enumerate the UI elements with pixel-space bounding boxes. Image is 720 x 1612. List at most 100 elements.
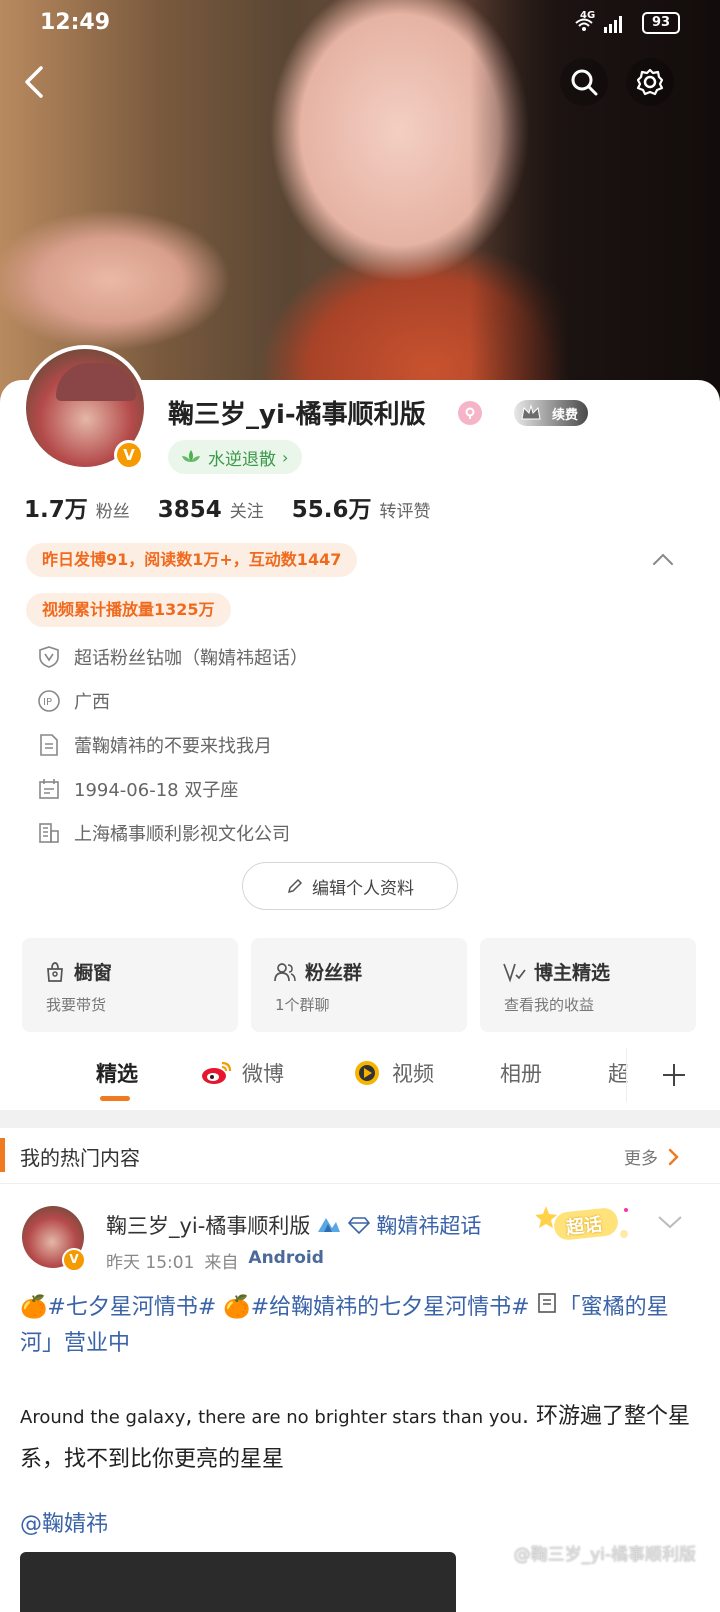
post-english-2: there are no brighter stars than you bbox=[192, 1407, 522, 1428]
profile-name: 鞠三岁_yi-橘事顺利版 bbox=[168, 400, 426, 430]
info-ip-text: 广西 bbox=[74, 692, 110, 713]
info-supertopic-text: 超话粉丝钻咖（鞠婧祎超话） bbox=[74, 648, 308, 669]
gender-female-icon bbox=[458, 401, 482, 425]
post-english-1: Around the galaxy bbox=[20, 1407, 186, 1428]
info-supertopic[interactable]: 超话粉丝钻咖（鞠婧祎超话） bbox=[36, 644, 308, 670]
document-icon bbox=[36, 732, 62, 758]
card-showcase[interactable]: 橱窗 我要带货 bbox=[22, 938, 238, 1032]
edit-profile-button[interactable]: 编辑个人资料 bbox=[242, 862, 458, 910]
building-icon bbox=[36, 820, 62, 846]
followers-count[interactable]: 1.7万 bbox=[24, 490, 88, 524]
tab-weibo[interactable]: 微博 bbox=[200, 1058, 284, 1088]
weibo-logo-icon bbox=[202, 1061, 232, 1084]
watermark: @鞠三岁_yi-橘事顺利版 bbox=[513, 1545, 696, 1565]
card-creator-picks-title: 博主精选 bbox=[534, 962, 611, 984]
chevron-down-icon bbox=[658, 1216, 682, 1229]
yesterday-stats-pill[interactable]: 昨日发博91，阅读数1万+，互动数1447 bbox=[26, 543, 358, 577]
edit-profile-label: 编辑个人资料 bbox=[312, 878, 414, 899]
ip-icon: IP bbox=[36, 688, 62, 714]
interactions-count[interactable]: 55.6万 bbox=[292, 490, 372, 524]
info-birthday-text: 1994-06-18 双子座 bbox=[74, 780, 239, 801]
mood-tag-label: 水逆退散 bbox=[208, 449, 276, 470]
info-bio: 蕾鞠婧祎的不要来找我月 bbox=[36, 732, 272, 758]
info-birthday: 1994-06-18 双子座 bbox=[36, 776, 238, 802]
post-topic-2[interactable]: #给鞠婧祎的七夕星河情书# bbox=[251, 1295, 530, 1320]
back-arrow-icon bbox=[25, 66, 43, 98]
post-mention[interactable]: @鞠婧祎 bbox=[20, 1506, 108, 1538]
plus-icon bbox=[662, 1064, 685, 1086]
profile-stats: 1.7万 粉丝 3854 关注 55.6万 转评赞 bbox=[24, 490, 459, 524]
post-time: 昨天 15:01 bbox=[106, 1253, 195, 1273]
post-source-prefix: 来自 bbox=[204, 1253, 239, 1273]
search-button[interactable] bbox=[560, 58, 608, 106]
card-fan-group-title: 粉丝群 bbox=[305, 962, 363, 984]
chevron-right-icon: › bbox=[282, 447, 289, 467]
info-company: 上海橘事顺利影视文化公司 bbox=[36, 820, 290, 846]
settings-button[interactable] bbox=[626, 58, 674, 106]
card-showcase-sub: 我要带货 bbox=[46, 996, 107, 1014]
tab-album[interactable]: 相册 bbox=[500, 1058, 542, 1088]
supertopic-badge[interactable]: 超话 bbox=[535, 1202, 632, 1246]
mood-tag[interactable]: 水逆退散 › bbox=[168, 440, 303, 474]
info-company-text: 上海橘事顺利影视文化公司 bbox=[74, 824, 290, 845]
supertopic-badge-label: 超话 bbox=[565, 1214, 604, 1239]
post-menu-chevron[interactable] bbox=[656, 1212, 684, 1236]
pencil-icon bbox=[287, 878, 303, 894]
verified-badge-icon: V bbox=[114, 440, 144, 470]
post-topics: 🍊#七夕星河情书# 🍊#给鞠婧祎的七夕星河情书# 「蜜橘的星河」营业中 bbox=[20, 1290, 700, 1362]
following-label[interactable]: 关注 bbox=[230, 497, 264, 522]
member-level-icon bbox=[318, 1218, 341, 1232]
post-media-preview[interactable] bbox=[20, 1552, 456, 1612]
diamond-icon bbox=[348, 1217, 371, 1234]
vip-renew-label: 续费 bbox=[551, 407, 578, 423]
orange-emoji-icon: 🍊 bbox=[20, 1295, 48, 1320]
post-verified-icon: V bbox=[62, 1248, 86, 1272]
active-tab-underline bbox=[100, 1096, 130, 1101]
bag-icon bbox=[47, 961, 63, 982]
post-author-row: 鞠三岁_yi-橘事顺利版 鞠婧祎超话 bbox=[106, 1210, 481, 1240]
info-ip: IP 广西 bbox=[36, 688, 110, 714]
post-supertopic-link[interactable]: 鞠婧祎超话 bbox=[376, 1210, 481, 1240]
status-bar: 12:49 4G 93 bbox=[0, 0, 720, 46]
card-creator-picks-sub: 查看我的收益 bbox=[504, 996, 595, 1014]
post-author-name[interactable]: 鞠三岁_yi-橘事顺利版 bbox=[106, 1210, 310, 1240]
avatar-cap-shape bbox=[56, 363, 136, 401]
tab-album-label: 相册 bbox=[500, 1062, 542, 1086]
svg-text:IP: IP bbox=[43, 697, 52, 708]
chevron-right-icon bbox=[668, 1148, 679, 1165]
hot-content-title: 我的热门内容 bbox=[20, 1146, 140, 1170]
tab-featured-label: 精选 bbox=[96, 1062, 138, 1086]
battery-level: 93 bbox=[651, 15, 671, 30]
followers-label[interactable]: 粉丝 bbox=[96, 497, 130, 522]
battery-icon: 93 bbox=[642, 12, 680, 34]
group-icon bbox=[274, 962, 296, 981]
post-mention-link[interactable]: @鞠婧祎 bbox=[20, 1512, 108, 1537]
video-plays-pill[interactable]: 视频累计播放量1325万 bbox=[26, 593, 231, 627]
interactions-label[interactable]: 转评赞 bbox=[380, 497, 431, 522]
card-showcase-title: 橱窗 bbox=[74, 962, 113, 984]
back-button[interactable] bbox=[14, 58, 54, 106]
hot-content-accent bbox=[0, 1138, 5, 1172]
calendar-icon bbox=[36, 776, 62, 802]
tab-video-label: 视频 bbox=[392, 1062, 434, 1086]
gear-icon bbox=[636, 68, 664, 96]
add-tab-button[interactable] bbox=[626, 1048, 720, 1102]
vip-renew-badge[interactable]: 续费 bbox=[514, 400, 588, 426]
select-icon bbox=[503, 963, 526, 983]
tab-featured[interactable]: 精选 bbox=[96, 1058, 138, 1088]
post-english-dot: . bbox=[521, 1404, 529, 1429]
tab-video[interactable]: 视频 bbox=[350, 1058, 434, 1088]
orange-emoji-icon: 🍊 bbox=[223, 1295, 251, 1320]
info-bio-text: 蕾鞠婧祎的不要来找我月 bbox=[74, 736, 272, 757]
post-meta: 昨天 15:01 来自 Android bbox=[106, 1248, 324, 1273]
hot-content-more-button[interactable]: 更多 bbox=[624, 1144, 680, 1169]
card-fan-group-sub: 1个群聊 bbox=[275, 996, 330, 1014]
following-count[interactable]: 3854 bbox=[158, 497, 222, 523]
post-topic-1[interactable]: #七夕星河情书# bbox=[47, 1295, 216, 1320]
video-play-icon bbox=[355, 1061, 379, 1085]
shield-v-icon bbox=[36, 644, 62, 670]
lotus-icon bbox=[182, 450, 200, 462]
card-fan-group[interactable]: 粉丝群 1个群聊 bbox=[251, 938, 467, 1032]
card-creator-picks[interactable]: 博主精选 查看我的收益 bbox=[480, 938, 696, 1032]
collapse-chevron-icon[interactable] bbox=[650, 548, 676, 572]
